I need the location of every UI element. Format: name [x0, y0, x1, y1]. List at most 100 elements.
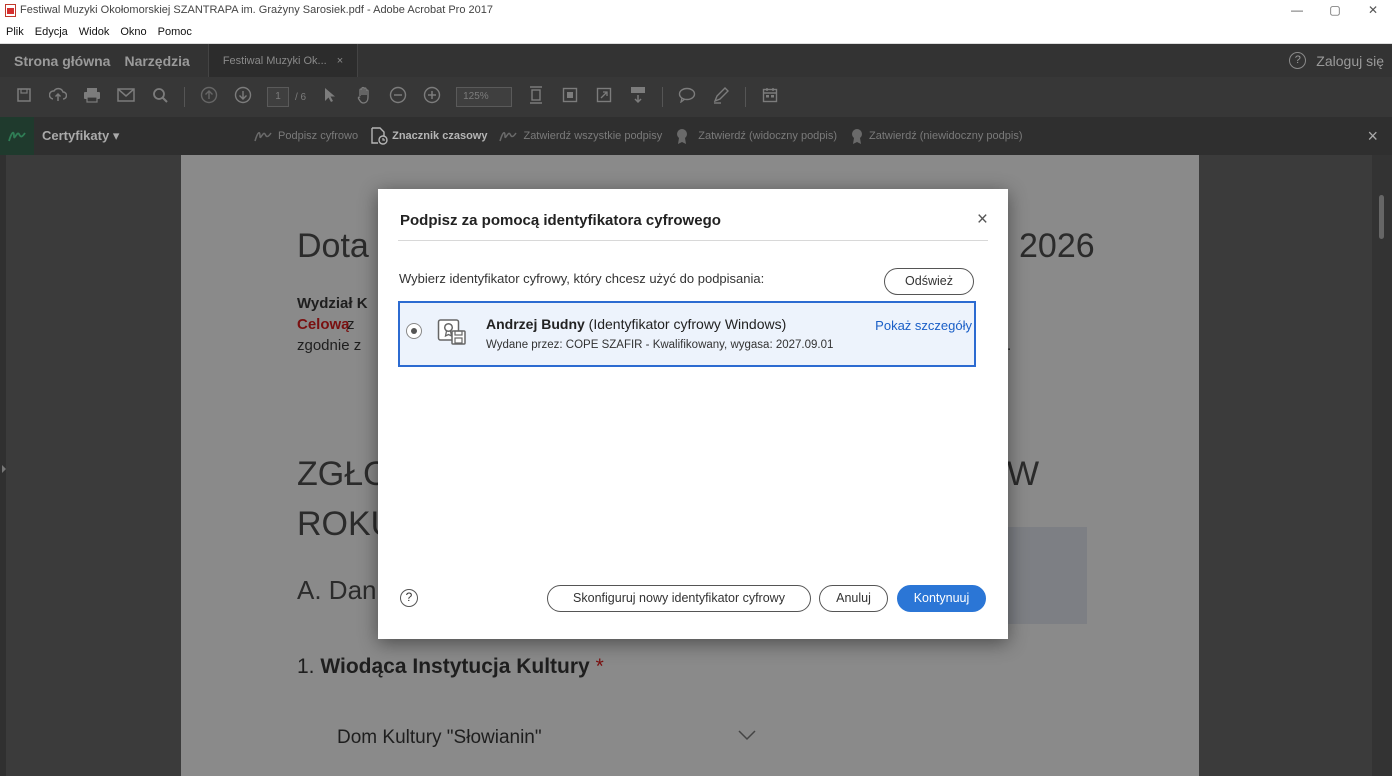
calendar-form-icon[interactable] — [760, 87, 780, 108]
tab-close-icon[interactable]: × — [337, 55, 343, 67]
form-field-box — [1007, 527, 1087, 624]
pen-icon[interactable] — [711, 86, 731, 109]
toolbar-divider — [662, 87, 664, 107]
close-certificates-icon[interactable]: × — [1367, 126, 1378, 147]
validate-all-label: Zatwierdź wszystkie podpisy — [523, 130, 663, 142]
tab-tools[interactable]: Narzędzia — [124, 53, 189, 69]
chevron-down-icon[interactable] — [737, 725, 757, 746]
validate-all-icon — [499, 131, 518, 142]
certificates-toolbar: Certyfikaty ▾ Podpisz cyfrowo Znacznik c… — [0, 117, 1392, 155]
department-line: Wydział K — [297, 295, 368, 312]
body-text: zgodnie z — [297, 337, 362, 354]
show-details-link[interactable]: Pokaż szczegóły — [875, 318, 972, 333]
tab-document-label: Festiwal Muzyki Ok... — [222, 54, 327, 67]
menu-file[interactable]: Plik — [6, 26, 24, 38]
menu-edit[interactable]: Edycja — [35, 26, 68, 38]
cancel-button[interactable]: Anuluj — [819, 585, 888, 612]
document-title-year: 2026 — [1019, 227, 1095, 265]
fit-page-icon[interactable] — [526, 85, 546, 109]
help-icon[interactable]: ? — [400, 589, 418, 607]
digital-id-certificate-icon — [437, 317, 467, 347]
dialog-title: Podpisz za pomocą identyfikatora cyfrowe… — [400, 212, 721, 229]
cloud-upload-icon[interactable] — [48, 87, 68, 108]
close-icon[interactable]: × — [977, 209, 988, 231]
close-window-button[interactable]: ✕ — [1354, 0, 1392, 20]
certify-invisible-label: Zatwierdź (niewidoczny podpis) — [869, 130, 1023, 142]
certificates-tool-icon — [0, 117, 34, 155]
single-page-view-icon[interactable] — [560, 87, 580, 108]
next-page-icon[interactable] — [233, 86, 253, 109]
tab-document[interactable]: Festiwal Muzyki Ok... × — [207, 44, 359, 77]
validate-all-button[interactable]: Zatwierdź wszystkie podpisy — [499, 129, 662, 143]
left-panel-toggle[interactable] — [0, 155, 6, 776]
previous-page-icon[interactable] — [199, 86, 219, 109]
dialog-divider — [398, 240, 988, 241]
page-number-input[interactable]: 1 — [267, 87, 289, 107]
menu-view[interactable]: Widok — [79, 26, 110, 38]
login-link[interactable]: Zaloguj się — [1316, 53, 1384, 69]
search-icon[interactable] — [150, 87, 170, 108]
main-toolbar: 1 / 6 125% — [0, 77, 1392, 117]
field-label: 1. Wiodąca Instytucja Kultury * — [297, 655, 604, 679]
digital-id-type: (Identyfikator cyfrowy Windows) — [588, 316, 787, 332]
vertical-scrollbar[interactable] — [1372, 155, 1392, 776]
timestamp-label: Znacznik czasowy — [392, 130, 488, 142]
print-icon[interactable] — [82, 87, 102, 108]
timestamp-button[interactable]: Znacznik czasowy — [370, 127, 487, 145]
window-title: Festiwal Muzyki Okołomorskiej SZANTRAPA … — [20, 4, 493, 16]
certificates-label: Certyfikaty — [42, 128, 110, 143]
scrollbar-thumb[interactable] — [1379, 195, 1384, 239]
select-cursor-icon[interactable] — [320, 87, 340, 108]
digital-id-radio[interactable] — [406, 323, 422, 339]
full-screen-icon[interactable] — [594, 87, 614, 108]
tab-bar: Strona główna Narzędzia Festiwal Muzyki … — [0, 44, 1392, 77]
email-icon[interactable] — [116, 87, 136, 107]
zoom-in-icon[interactable] — [422, 86, 442, 109]
certify-invisible-button[interactable]: Zatwierdź (niewidoczny podpis) — [849, 127, 1022, 145]
sign-digitally-label: Podpisz cyfrowo — [278, 130, 359, 142]
certify-visible-button[interactable]: Zatwierdź (widoczny podpis) — [674, 127, 837, 145]
menu-window[interactable]: Okno — [120, 26, 146, 38]
required-marker: * — [595, 655, 604, 678]
zoom-out-icon[interactable] — [388, 86, 408, 109]
hand-tool-icon[interactable] — [354, 86, 374, 109]
timestamp-icon — [371, 127, 388, 145]
window-controls: — ▢ ✕ — [1278, 0, 1392, 20]
toolbar-divider — [184, 87, 185, 107]
form-heading-end: W — [1007, 455, 1040, 493]
digital-id-name: Andrzej Budny — [486, 316, 585, 332]
digital-id-row[interactable]: Andrzej Budny (Identyfikator cyfrowy Win… — [398, 301, 976, 367]
digital-id-name-line: Andrzej Budny (Identyfikator cyfrowy Win… — [486, 316, 786, 332]
comment-icon[interactable] — [677, 87, 697, 108]
scroll-mode-icon[interactable] — [628, 86, 648, 109]
sign-with-digital-id-dialog: Podpisz za pomocą identyfikatora cyfrowe… — [378, 189, 1008, 639]
zoom-level-select[interactable]: 125% — [456, 87, 513, 107]
menu-help[interactable]: Pomoc — [158, 26, 192, 38]
configure-new-id-button[interactable]: Skonfiguruj nowy identyfikator cyfrowy — [547, 585, 811, 612]
institution-dropdown[interactable]: Dom Kultury "Słowianin" — [337, 727, 542, 749]
help-icon[interactable]: ? — [1289, 52, 1307, 69]
field-number: 1. — [297, 655, 315, 678]
pdf-file-icon — [5, 3, 16, 17]
certificates-dropdown[interactable]: Certyfikaty ▾ — [42, 128, 254, 144]
document-title: Dota — [297, 227, 369, 265]
restore-button[interactable]: ▢ — [1316, 0, 1354, 20]
refresh-button[interactable]: Odśwież — [884, 268, 974, 295]
digital-id-issuer: Wydane przez: COPE SZAFIR - Kwalifikowan… — [486, 339, 834, 351]
account-area: ? Zaloguj się — [1289, 44, 1384, 77]
toolbar-divider — [745, 87, 747, 107]
body-text: z — [347, 316, 355, 333]
minimize-button[interactable]: — — [1278, 0, 1316, 20]
sign-digitally-button[interactable]: Podpisz cyfrowo — [254, 129, 358, 143]
tab-home[interactable]: Strona główna — [14, 53, 110, 69]
field-name: Wiodąca Instytucja Kultury — [320, 655, 590, 678]
certify-invisible-icon — [852, 129, 863, 144]
section-heading: A. Dan — [297, 575, 377, 605]
highlighted-term: Celową — [297, 316, 350, 333]
page-total: / 6 — [295, 91, 307, 103]
certify-visible-icon — [677, 129, 688, 144]
certify-visible-label: Zatwierdź (widoczny podpis) — [698, 130, 838, 142]
save-icon[interactable] — [14, 87, 34, 108]
continue-button[interactable]: Kontynuuj — [897, 585, 986, 612]
dialog-prompt: Wybierz identyfikator cyfrowy, który chc… — [399, 271, 765, 286]
